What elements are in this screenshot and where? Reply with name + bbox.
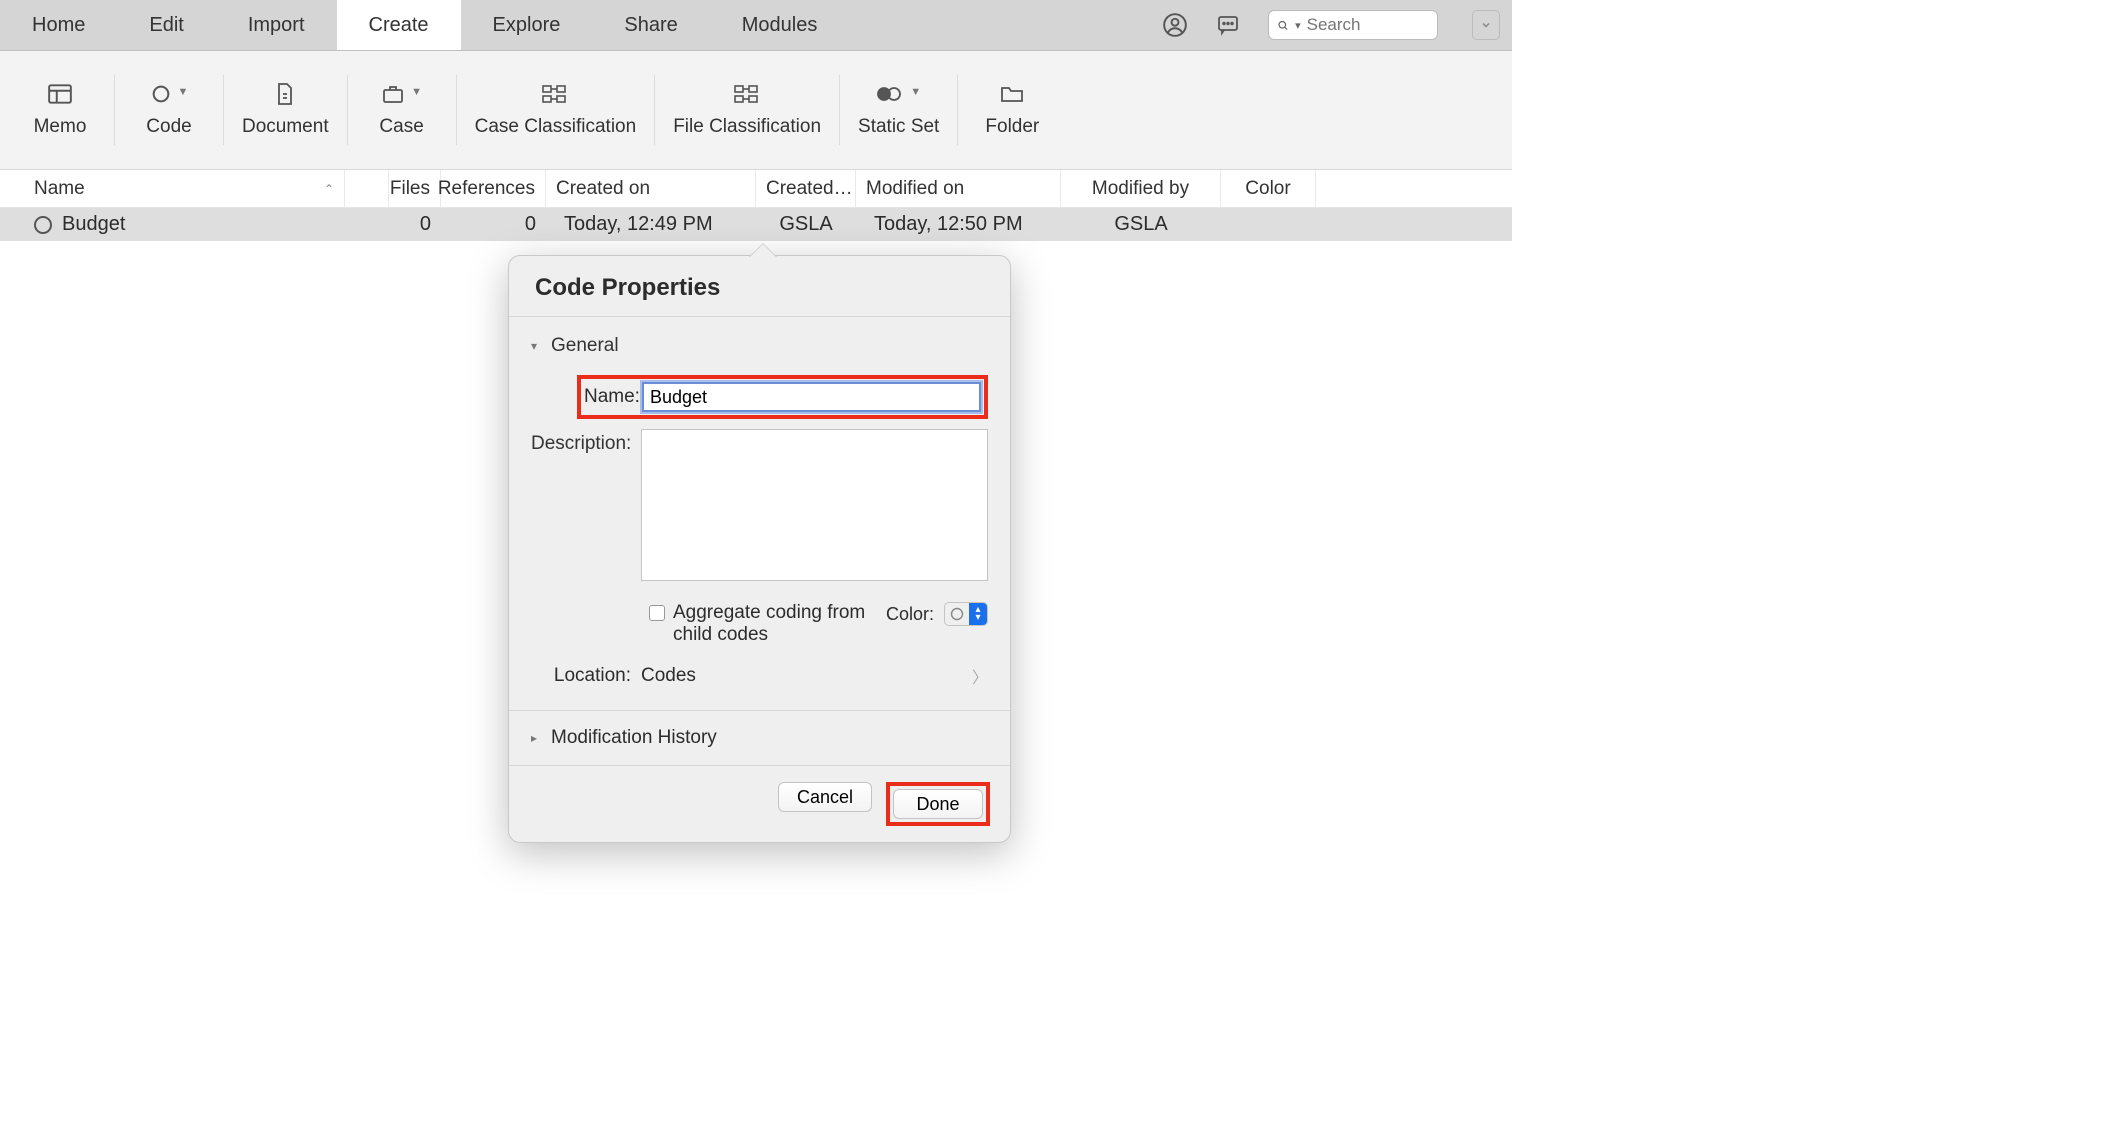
code-node-icon [34, 216, 52, 234]
chevron-down-icon: ▼ [178, 86, 189, 100]
row-references: 0 [441, 213, 546, 236]
color-selector[interactable]: ▴▾ [944, 602, 988, 626]
table-row[interactable]: Budget 0 0 Today, 12:49 PM GSLA Today, 1… [0, 208, 1512, 241]
th-name[interactable]: Name ⌃ [0, 170, 345, 207]
color-stepper-icon: ▴▾ [969, 603, 987, 625]
chevron-right-icon: ▸ [531, 731, 541, 745]
ribbon-code-label: Code [146, 115, 191, 139]
tab-create[interactable]: Create [337, 0, 461, 50]
modification-history-label: Modification History [551, 727, 717, 749]
th-created-by[interactable]: Created… [756, 170, 856, 207]
memo-icon [47, 81, 73, 107]
tab-explore[interactable]: Explore [461, 0, 593, 50]
table-header: Name ⌃ Files References Created on Creat… [0, 170, 1512, 208]
general-section-toggle[interactable]: ▾ General [531, 331, 988, 361]
description-label: Description: [531, 429, 641, 455]
aggregate-checkbox[interactable] [649, 605, 665, 621]
th-modified-on[interactable]: Modified on [856, 170, 1061, 207]
th-modified-by[interactable]: Modified by [1061, 170, 1221, 207]
account-icon[interactable] [1162, 12, 1188, 38]
aggregate-label: Aggregate coding from child codes [673, 602, 883, 646]
general-label: General [551, 335, 619, 357]
ribbon-folder[interactable]: Folder [962, 81, 1062, 139]
search-input[interactable] [1307, 15, 1429, 35]
row-name: Budget [62, 213, 125, 236]
code-properties-popover: Code Properties ▾ General Name: Descript… [508, 255, 1011, 843]
row-modified-by: GSLA [1061, 213, 1221, 236]
sort-asc-icon: ⌃ [324, 182, 334, 196]
row-files: 0 [389, 213, 441, 236]
document-icon [275, 81, 295, 107]
description-input[interactable] [641, 429, 988, 581]
file-classification-icon [733, 81, 761, 107]
ribbon-case[interactable]: ▼ Case [352, 81, 452, 139]
ribbon-static-set[interactable]: ▼ Static Set [844, 81, 953, 139]
done-button-highlight: Done [886, 782, 990, 826]
tab-share[interactable]: Share [592, 0, 709, 50]
th-created-on[interactable]: Created on [546, 170, 756, 207]
th-files[interactable]: Files [389, 170, 441, 207]
tab-import[interactable]: Import [216, 0, 337, 50]
ribbon-file-classification-label: File Classification [673, 115, 821, 139]
location-value: Codes [641, 665, 696, 687]
location-label: Location: [531, 665, 641, 687]
code-icon [150, 83, 172, 105]
static-set-icon [876, 85, 904, 103]
row-modified-on: Today, 12:50 PM [856, 213, 1061, 236]
modification-history-toggle[interactable]: ▸ Modification History [509, 710, 1010, 765]
chevron-down-icon: ▾ [531, 339, 541, 353]
row-created-by: GSLA [756, 213, 856, 236]
ribbon-case-classification[interactable]: Case Classification [461, 81, 651, 139]
case-icon [381, 83, 405, 105]
search-input-container[interactable]: ▾ [1268, 10, 1438, 40]
name-label: Name: [584, 386, 642, 408]
ribbon-static-set-label: Static Set [858, 115, 939, 139]
ribbon-code[interactable]: ▼ Code [119, 81, 219, 139]
color-label: Color: [886, 604, 934, 625]
chevron-down-icon: ▾ [1295, 19, 1301, 32]
expand-button[interactable] [1472, 10, 1500, 40]
location-chevron[interactable]: 〉 [972, 664, 988, 688]
ribbon-document[interactable]: Document [228, 81, 343, 139]
row-created-on: Today, 12:49 PM [546, 213, 756, 236]
th-references[interactable]: References [441, 170, 546, 207]
th-color[interactable]: Color [1221, 170, 1316, 207]
ribbon-file-classification[interactable]: File Classification [659, 81, 835, 139]
case-classification-icon [541, 81, 569, 107]
menubar: Home Edit Import Create Explore Share Mo… [0, 0, 1512, 51]
color-circle-icon [945, 607, 969, 621]
chat-icon[interactable] [1216, 13, 1240, 37]
ribbon: Memo ▼ Code Document ▼ Case Case Classif… [0, 51, 1512, 170]
ribbon-document-label: Document [242, 115, 329, 139]
chevron-down-icon: ▼ [910, 86, 921, 100]
tab-edit[interactable]: Edit [117, 0, 215, 50]
ribbon-memo[interactable]: Memo [10, 81, 110, 139]
tab-home[interactable]: Home [0, 0, 117, 50]
chevron-down-icon: ▼ [411, 86, 422, 100]
th-spacer [345, 170, 389, 207]
ribbon-case-classification-label: Case Classification [475, 115, 637, 139]
done-button[interactable]: Done [893, 789, 983, 819]
ribbon-memo-label: Memo [34, 115, 87, 139]
folder-icon [999, 81, 1025, 107]
name-input[interactable] [642, 382, 981, 412]
name-field-highlight: Name: [577, 375, 988, 419]
search-icon [1277, 18, 1289, 33]
cancel-button[interactable]: Cancel [778, 782, 872, 812]
ribbon-folder-label: Folder [985, 115, 1039, 139]
popover-title: Code Properties [509, 256, 1010, 317]
ribbon-case-label: Case [379, 115, 423, 139]
tab-modules[interactable]: Modules [710, 0, 850, 50]
